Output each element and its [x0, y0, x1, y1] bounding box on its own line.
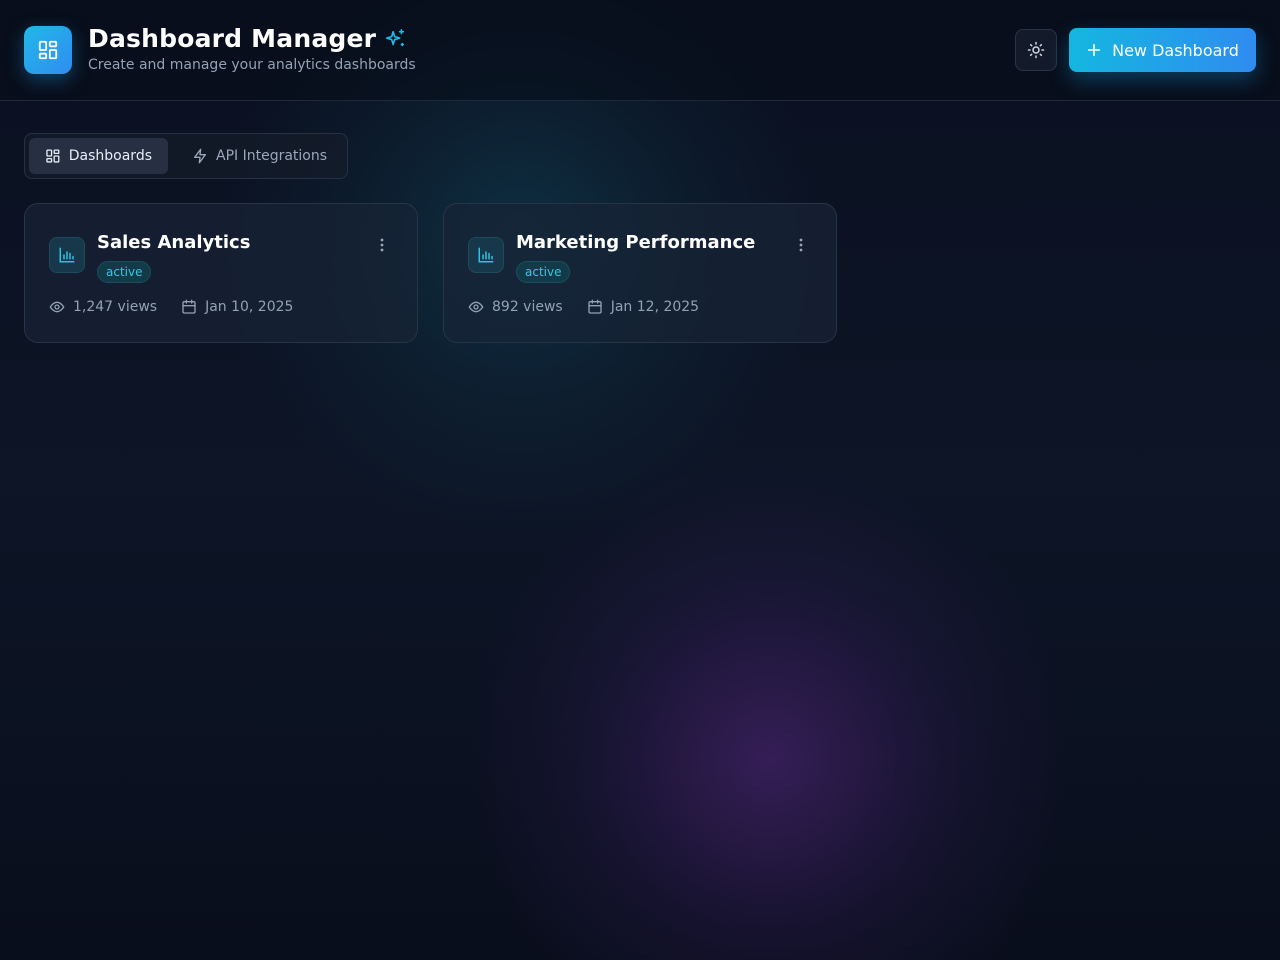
- views-text: 1,247 views: [73, 299, 158, 315]
- dashboard-title[interactable]: Sales Analytics: [97, 232, 250, 253]
- sparkles-icon: [386, 28, 405, 46]
- page-title: Dashboard Manager: [88, 24, 377, 53]
- tab-dashboards[interactable]: Dashboards: [29, 138, 168, 174]
- dashboard-meta: 892 views Jan 12, 2025: [468, 299, 699, 315]
- grid-icon: [46, 149, 60, 163]
- new-dashboard-label: New Dashboard: [1112, 40, 1239, 60]
- plus-icon: [1087, 43, 1101, 57]
- more-vertical-icon: [799, 238, 803, 252]
- status-badge: active: [97, 261, 152, 283]
- title-row: Dashboard Manager: [88, 24, 406, 53]
- tab-bar: Dashboards API Integrations: [24, 133, 348, 179]
- dashboard-card[interactable]: Sales Analytics active 1,247 views Jan 1…: [24, 203, 418, 343]
- calendar-icon: [182, 299, 196, 314]
- grid-icon: [38, 40, 58, 60]
- sun-icon: [1027, 41, 1045, 59]
- dashboard-title[interactable]: Marketing Performance: [516, 232, 755, 253]
- app-logo: [24, 26, 72, 74]
- date-text: Jan 12, 2025: [610, 299, 700, 315]
- views-text: 892 views: [492, 299, 563, 315]
- tab-label: Dashboards: [68, 148, 152, 164]
- tab-label: API Integrations: [216, 148, 328, 164]
- created-date: Jan 12, 2025: [587, 299, 699, 315]
- more-options-button[interactable]: [794, 236, 808, 254]
- status-badge: active: [516, 261, 571, 283]
- more-vertical-icon: [380, 238, 384, 252]
- new-dashboard-button[interactable]: New Dashboard: [1069, 28, 1256, 72]
- chart-icon-box: [49, 237, 85, 273]
- chart-icon-box: [468, 237, 504, 273]
- more-options-button[interactable]: [375, 236, 389, 254]
- eye-icon: [468, 301, 484, 313]
- eye-icon: [49, 301, 65, 313]
- theme-toggle-button[interactable]: [1015, 29, 1057, 71]
- lightning-icon: [194, 148, 206, 164]
- created-date: Jan 10, 2025: [181, 299, 293, 315]
- date-text: Jan 10, 2025: [205, 299, 294, 315]
- tab-api-integrations[interactable]: API Integrations: [176, 138, 344, 174]
- calendar-icon: [588, 299, 602, 314]
- dashboard-meta: 1,247 views Jan 10, 2025: [49, 299, 293, 315]
- page-subtitle: Create and manage your analytics dashboa…: [88, 57, 416, 73]
- bar-chart-icon: [59, 247, 75, 263]
- bar-chart-icon: [478, 247, 494, 263]
- views-count: 892 views: [468, 299, 563, 315]
- views-count: 1,247 views: [49, 299, 157, 315]
- app-header: Dashboard Manager Create and manage your…: [0, 0, 1280, 101]
- dashboard-card[interactable]: Marketing Performance active 892 views J…: [443, 203, 837, 343]
